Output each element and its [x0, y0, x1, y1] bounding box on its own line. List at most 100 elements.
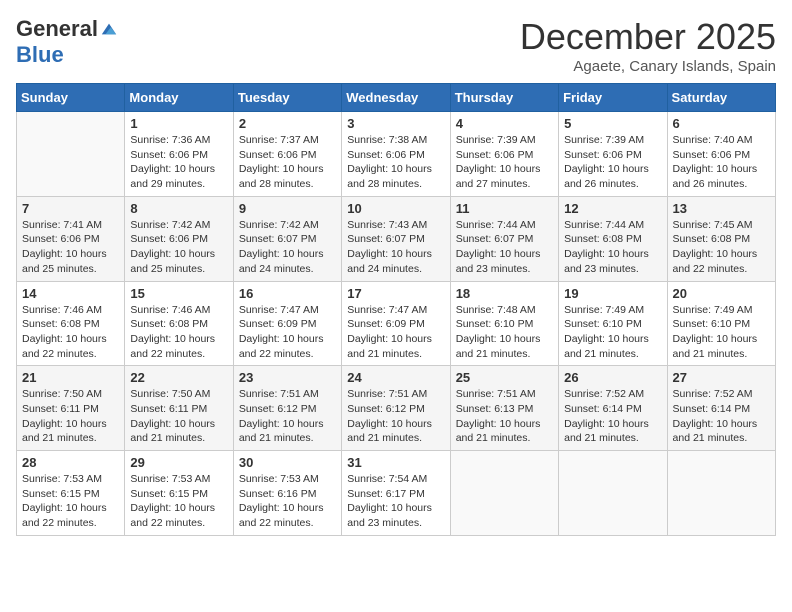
- day-info: Sunrise: 7:48 AMSunset: 6:10 PMDaylight:…: [456, 303, 553, 362]
- weekday-header-saturday: Saturday: [667, 84, 775, 112]
- logo-general-text: General: [16, 16, 98, 42]
- day-info: Sunrise: 7:40 AMSunset: 6:06 PMDaylight:…: [673, 133, 770, 192]
- calendar-day-cell: [450, 451, 558, 536]
- calendar-day-cell: 6 Sunrise: 7:40 AMSunset: 6:06 PMDaylight…: [667, 112, 775, 197]
- calendar-day-cell: 5 Sunrise: 7:39 AMSunset: 6:06 PMDaylight…: [559, 112, 667, 197]
- weekday-header-monday: Monday: [125, 84, 233, 112]
- calendar-week-row: 1 Sunrise: 7:36 AMSunset: 6:06 PMDaylight…: [17, 112, 776, 197]
- day-info: Sunrise: 7:49 AMSunset: 6:10 PMDaylight:…: [564, 303, 661, 362]
- day-info: Sunrise: 7:46 AMSunset: 6:08 PMDaylight:…: [22, 303, 119, 362]
- day-number: 23: [239, 370, 336, 385]
- calendar-day-cell: 19 Sunrise: 7:49 AMSunset: 6:10 PMDayligh…: [559, 281, 667, 366]
- calendar-day-cell: 11 Sunrise: 7:44 AMSunset: 6:07 PMDayligh…: [450, 196, 558, 281]
- weekday-header-thursday: Thursday: [450, 84, 558, 112]
- day-info: Sunrise: 7:44 AMSunset: 6:08 PMDaylight:…: [564, 218, 661, 277]
- day-number: 6: [673, 116, 770, 131]
- day-number: 15: [130, 286, 227, 301]
- day-info: Sunrise: 7:46 AMSunset: 6:08 PMDaylight:…: [130, 303, 227, 362]
- calendar-week-row: 21 Sunrise: 7:50 AMSunset: 6:11 PMDayligh…: [17, 366, 776, 451]
- day-number: 12: [564, 201, 661, 216]
- day-number: 4: [456, 116, 553, 131]
- calendar-table: SundayMondayTuesdayWednesdayThursdayFrid…: [16, 83, 776, 536]
- day-info: Sunrise: 7:54 AMSunset: 6:17 PMDaylight:…: [347, 472, 444, 531]
- day-info: Sunrise: 7:42 AMSunset: 6:06 PMDaylight:…: [130, 218, 227, 277]
- calendar-day-cell: 7 Sunrise: 7:41 AMSunset: 6:06 PMDaylight…: [17, 196, 125, 281]
- day-info: Sunrise: 7:42 AMSunset: 6:07 PMDaylight:…: [239, 218, 336, 277]
- day-number: 16: [239, 286, 336, 301]
- calendar-day-cell: 10 Sunrise: 7:43 AMSunset: 6:07 PMDayligh…: [342, 196, 450, 281]
- day-info: Sunrise: 7:53 AMSunset: 6:15 PMDaylight:…: [130, 472, 227, 531]
- day-number: 22: [130, 370, 227, 385]
- day-number: 13: [673, 201, 770, 216]
- calendar-day-cell: 22 Sunrise: 7:50 AMSunset: 6:11 PMDayligh…: [125, 366, 233, 451]
- calendar-day-cell: [17, 112, 125, 197]
- month-title: December 2025: [520, 16, 776, 58]
- day-info: Sunrise: 7:51 AMSunset: 6:13 PMDaylight:…: [456, 387, 553, 446]
- day-info: Sunrise: 7:39 AMSunset: 6:06 PMDaylight:…: [564, 133, 661, 192]
- day-info: Sunrise: 7:36 AMSunset: 6:06 PMDaylight:…: [130, 133, 227, 192]
- day-info: Sunrise: 7:38 AMSunset: 6:06 PMDaylight:…: [347, 133, 444, 192]
- day-number: 31: [347, 455, 444, 470]
- day-number: 3: [347, 116, 444, 131]
- calendar-day-cell: 14Sunrise: 7:46 AMSunset: 6:08 PMDayligh…: [17, 281, 125, 366]
- day-number: 10: [347, 201, 444, 216]
- calendar-day-cell: 18 Sunrise: 7:48 AMSunset: 6:10 PMDayligh…: [450, 281, 558, 366]
- calendar-day-cell: 24Sunrise: 7:51 AMSunset: 6:12 PMDayligh…: [342, 366, 450, 451]
- day-number: 24: [347, 370, 444, 385]
- day-info: Sunrise: 7:53 AMSunset: 6:16 PMDaylight:…: [239, 472, 336, 531]
- logo-icon: [100, 20, 118, 38]
- calendar-day-cell: 28 Sunrise: 7:53 AMSunset: 6:15 PMDayligh…: [17, 451, 125, 536]
- day-info: Sunrise: 7:39 AMSunset: 6:06 PMDaylight:…: [456, 133, 553, 192]
- day-info: Sunrise: 7:52 AMSunset: 6:14 PMDaylight:…: [673, 387, 770, 446]
- day-number: 11: [456, 201, 553, 216]
- logo-blue-text: Blue: [16, 42, 64, 68]
- calendar-day-cell: 17Sunrise: 7:47 AMSunset: 6:09 PMDayligh…: [342, 281, 450, 366]
- calendar-day-cell: 4 Sunrise: 7:39 AMSunset: 6:06 PMDaylight…: [450, 112, 558, 197]
- day-info: Sunrise: 7:44 AMSunset: 6:07 PMDaylight:…: [456, 218, 553, 277]
- day-number: 20: [673, 286, 770, 301]
- logo: General Blue: [16, 16, 118, 68]
- day-number: 1: [130, 116, 227, 131]
- weekday-header-wednesday: Wednesday: [342, 84, 450, 112]
- day-info: Sunrise: 7:43 AMSunset: 6:07 PMDaylight:…: [347, 218, 444, 277]
- calendar-day-cell: 9Sunrise: 7:42 AMSunset: 6:07 PMDaylight…: [233, 196, 341, 281]
- day-info: Sunrise: 7:50 AMSunset: 6:11 PMDaylight:…: [22, 387, 119, 446]
- day-info: Sunrise: 7:45 AMSunset: 6:08 PMDaylight:…: [673, 218, 770, 277]
- day-number: 18: [456, 286, 553, 301]
- calendar-day-cell: 8Sunrise: 7:42 AMSunset: 6:06 PMDaylight…: [125, 196, 233, 281]
- day-info: Sunrise: 7:49 AMSunset: 6:10 PMDaylight:…: [673, 303, 770, 362]
- day-number: 28: [22, 455, 119, 470]
- day-info: Sunrise: 7:41 AMSunset: 6:06 PMDaylight:…: [22, 218, 119, 277]
- day-number: 5: [564, 116, 661, 131]
- day-number: 17: [347, 286, 444, 301]
- calendar-day-cell: 26 Sunrise: 7:52 AMSunset: 6:14 PMDayligh…: [559, 366, 667, 451]
- calendar-day-cell: 16Sunrise: 7:47 AMSunset: 6:09 PMDayligh…: [233, 281, 341, 366]
- calendar-day-cell: 13 Sunrise: 7:45 AMSunset: 6:08 PMDayligh…: [667, 196, 775, 281]
- weekday-header-sunday: Sunday: [17, 84, 125, 112]
- calendar-day-cell: 21 Sunrise: 7:50 AMSunset: 6:11 PMDayligh…: [17, 366, 125, 451]
- calendar-day-cell: 30 Sunrise: 7:53 AMSunset: 6:16 PMDayligh…: [233, 451, 341, 536]
- day-info: Sunrise: 7:50 AMSunset: 6:11 PMDaylight:…: [130, 387, 227, 446]
- day-info: Sunrise: 7:52 AMSunset: 6:14 PMDaylight:…: [564, 387, 661, 446]
- day-number: 30: [239, 455, 336, 470]
- day-info: Sunrise: 7:37 AMSunset: 6:06 PMDaylight:…: [239, 133, 336, 192]
- calendar-day-cell: 3 Sunrise: 7:38 AMSunset: 6:06 PMDaylight…: [342, 112, 450, 197]
- page-header: General Blue December 2025 Agaete, Canar…: [16, 16, 776, 75]
- calendar-day-cell: 15 Sunrise: 7:46 AMSunset: 6:08 PMDayligh…: [125, 281, 233, 366]
- day-number: 7: [22, 201, 119, 216]
- calendar-week-row: 14Sunrise: 7:46 AMSunset: 6:08 PMDayligh…: [17, 281, 776, 366]
- title-section: December 2025 Agaete, Canary Islands, Sp…: [520, 16, 776, 75]
- calendar-day-cell: 1 Sunrise: 7:36 AMSunset: 6:06 PMDaylight…: [125, 112, 233, 197]
- weekday-header-friday: Friday: [559, 84, 667, 112]
- calendar-day-cell: 2 Sunrise: 7:37 AMSunset: 6:06 PMDaylight…: [233, 112, 341, 197]
- calendar-day-cell: 27Sunrise: 7:52 AMSunset: 6:14 PMDayligh…: [667, 366, 775, 451]
- day-number: 19: [564, 286, 661, 301]
- calendar-day-cell: [559, 451, 667, 536]
- day-info: Sunrise: 7:53 AMSunset: 6:15 PMDaylight:…: [22, 472, 119, 531]
- calendar-header-row: SundayMondayTuesdayWednesdayThursdayFrid…: [17, 84, 776, 112]
- calendar-week-row: 28 Sunrise: 7:53 AMSunset: 6:15 PMDayligh…: [17, 451, 776, 536]
- day-number: 2: [239, 116, 336, 131]
- day-number: 21: [22, 370, 119, 385]
- calendar-day-cell: [667, 451, 775, 536]
- day-number: 26: [564, 370, 661, 385]
